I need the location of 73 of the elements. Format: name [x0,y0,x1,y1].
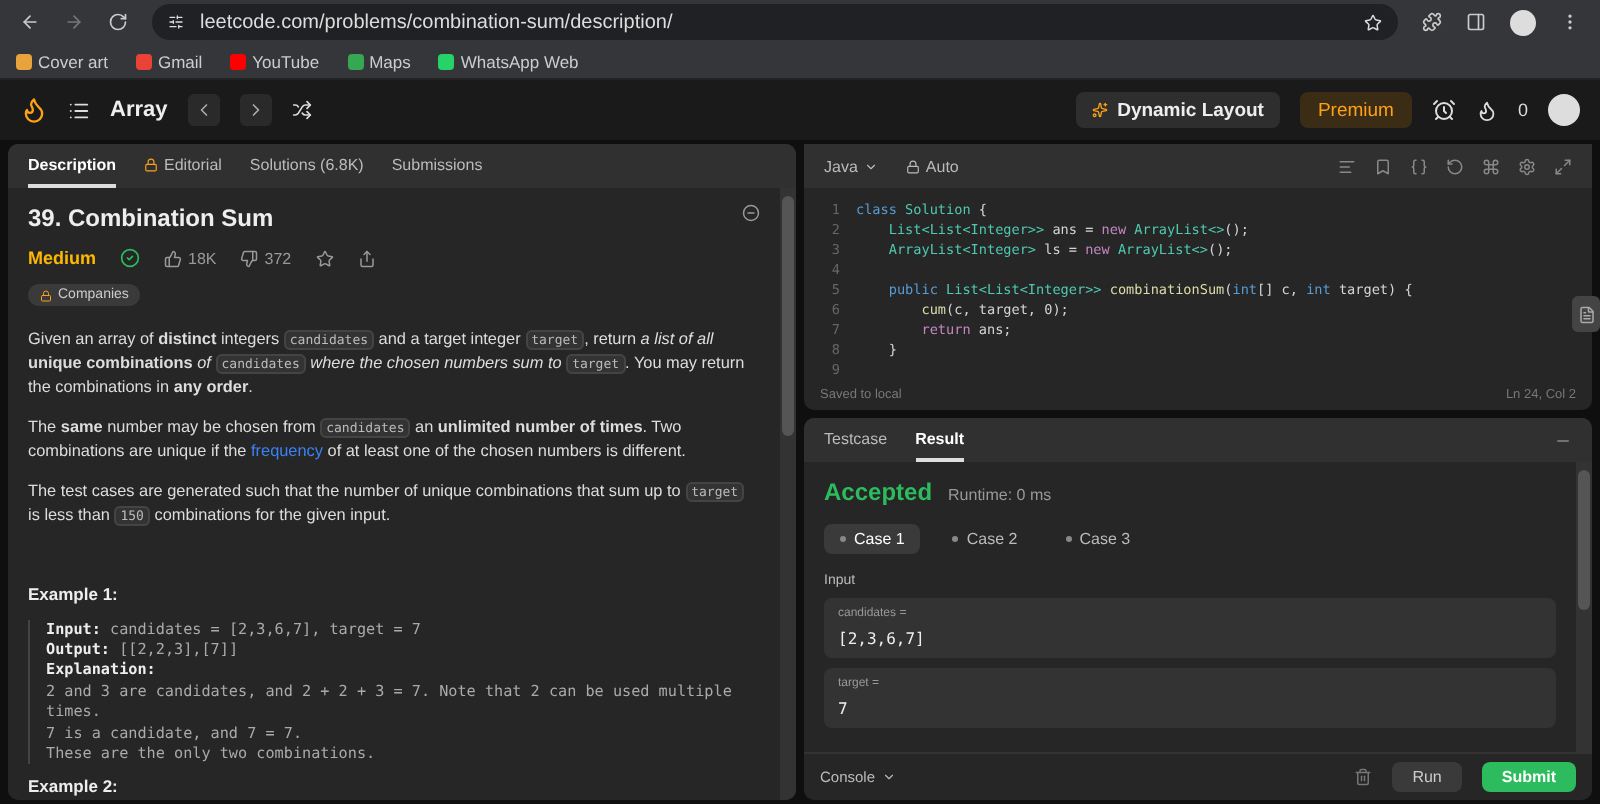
streak-icon[interactable] [1475,99,1498,121]
chevron-down-icon [863,159,878,173]
like-icon[interactable] [164,249,183,267]
result-status: Accepted [824,478,933,506]
runtime-text: Runtime: 0 ms [948,486,1052,504]
logo-icon[interactable] [20,96,48,124]
tab[interactable]: Description [28,144,117,188]
language-dropdown[interactable]: Java [824,157,878,175]
reset-icon[interactable] [1446,157,1464,175]
scrollbar[interactable] [780,188,796,800]
circle-icon[interactable] [742,204,760,222]
dot-icon [1065,536,1072,542]
dot-icon [952,536,959,542]
dislike-count: 372 [264,249,292,267]
auto-mode[interactable]: Auto [905,157,959,175]
case-tab[interactable]: Case 1 [824,524,921,554]
frequency-link[interactable]: frequency [251,441,323,459]
bookmark[interactable]: Maps [347,51,411,71]
chevron-down-icon [881,770,896,784]
dynamic-layout-button[interactable]: Dynamic Layout [1075,92,1280,128]
tab[interactable]: Editorial [144,144,222,188]
lock-icon [905,159,920,173]
side-panel-icon[interactable] [1466,12,1486,32]
trash-icon[interactable] [1354,768,1373,786]
star-icon[interactable] [315,249,334,267]
tab[interactable]: Submissions [391,144,483,188]
bookmark-star-icon[interactable] [1364,13,1382,31]
sparkle-icon [1091,102,1108,118]
case-tab[interactable]: Case 2 [936,524,1034,554]
run-button[interactable]: Run [1392,762,1462,792]
extensions-icon[interactable] [1422,12,1442,32]
bookmark[interactable]: WhatsApp Web [438,51,579,71]
profile-avatar[interactable] [1510,9,1536,35]
reload-icon[interactable] [108,12,128,32]
dislike-icon[interactable] [240,249,259,267]
bookmark[interactable]: Cover art [16,51,108,71]
back-icon[interactable] [20,12,40,32]
dot-icon [840,536,846,542]
bookmark[interactable]: Gmail [135,51,203,71]
problem-title: 39. Combination Sum [28,204,274,232]
shuffle-icon[interactable] [291,100,312,120]
lock-icon [40,289,52,301]
example-title: Example 2: [28,776,120,797]
forward-icon[interactable] [64,12,84,32]
address-bar[interactable]: leetcode.com/problems/combination-sum/description/ [152,4,1398,40]
expand-icon[interactable] [1554,157,1572,175]
format-icon[interactable] [1338,157,1356,175]
braces-icon[interactable] [1410,157,1428,175]
streak-count: 0 [1517,100,1528,120]
timer-icon[interactable] [1431,98,1456,122]
tab[interactable]: Testcase [824,418,888,462]
bookmark-icon[interactable] [1374,157,1392,175]
scrollbar[interactable] [1576,462,1592,752]
difficulty-label: Medium [28,248,97,268]
bookmark[interactable]: YouTube [230,51,320,71]
list-icon[interactable] [68,99,90,121]
premium-button[interactable]: Premium [1299,92,1412,128]
next-button[interactable] [239,94,272,126]
tab[interactable]: Result [915,418,965,462]
lock-icon [144,157,159,171]
tab[interactable]: Solutions (6.8K) [249,144,364,188]
user-avatar[interactable] [1548,94,1580,126]
share-icon[interactable] [357,249,376,267]
shortcuts-icon[interactable] [1482,157,1500,175]
document-icon [1577,305,1595,323]
settings-icon[interactable] [1518,157,1536,175]
notes-button[interactable] [1572,296,1600,332]
like-count: 18K [188,249,217,267]
problem-list-title[interactable]: Array [110,98,168,122]
previous-button[interactable] [187,94,220,126]
case-tab[interactable]: Case 3 [1049,524,1147,554]
example-title: Example 1: [28,583,120,603]
site-settings-icon[interactable] [168,14,184,30]
